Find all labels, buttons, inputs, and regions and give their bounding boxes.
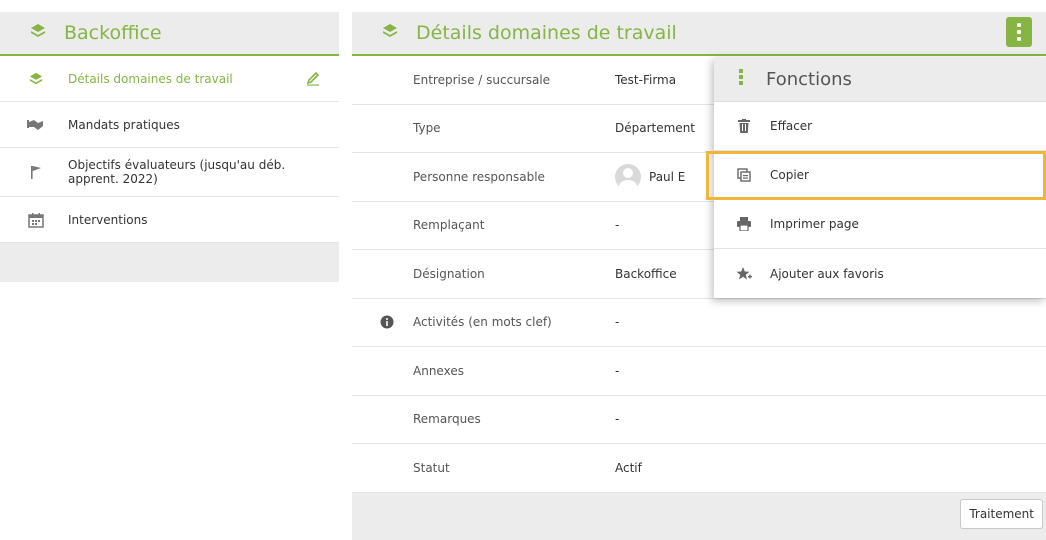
handshake-icon (24, 117, 48, 133)
row-label: Type (413, 121, 441, 136)
vertical-dots-icon (738, 68, 744, 90)
row-value: Département (615, 121, 695, 136)
menu-item-copier[interactable]: Copier (706, 151, 1046, 200)
row-label: Statut (413, 460, 450, 475)
sidebar-item-label: Détails domaines de travail (68, 71, 233, 86)
functions-menu-button[interactable] (1006, 17, 1032, 47)
details-footer: Traitement (352, 493, 1046, 539)
sidebar-item-label: Mandats pratiques (68, 117, 180, 132)
row-label: Désignation (413, 266, 485, 281)
menu-item-label: Effacer (770, 119, 813, 133)
print-icon (736, 217, 752, 231)
star-plus-icon (736, 266, 752, 282)
row-label: Personne responsable (413, 169, 545, 184)
menu-item-label: Imprimer page (770, 217, 859, 231)
menu-item-label: Ajouter aux favoris (770, 266, 884, 281)
flag-icon (24, 164, 48, 180)
row-label: Activités (en mots clef) (413, 315, 552, 330)
calendar-icon (24, 212, 48, 228)
menu-item-effacer[interactable]: Effacer (714, 102, 1046, 151)
dropdown-title: Fonctions (766, 68, 852, 90)
row-value: Test-Firma (615, 72, 677, 87)
row-value: - (615, 315, 620, 330)
menu-item-imprimer[interactable]: Imprimer page (714, 200, 1046, 249)
sidebar-item-label: Objectifs évaluateurs (jusqu'au déb. app… (68, 158, 286, 186)
responsible-person-name[interactable]: Paul E (649, 170, 685, 184)
sidebar-title: Backoffice (64, 22, 162, 44)
page-title: Détails domaines de travail (416, 22, 677, 44)
row-value: - (615, 363, 620, 378)
detail-row: Annexes - (352, 347, 1046, 396)
row-value: - (615, 412, 620, 427)
avatar (615, 163, 641, 190)
row-value: Backoffice (615, 266, 677, 281)
sidebar-item-label: Interventions (68, 212, 148, 227)
row-label: Remarques (413, 412, 481, 427)
menu-item-favoris[interactable]: Ajouter aux favoris (714, 249, 1046, 298)
dropdown-header: Fonctions (714, 57, 1046, 102)
sidebar-footer (0, 243, 339, 277)
copy-icon (736, 168, 752, 182)
sidebar-header: Backoffice (0, 12, 339, 56)
row-value: - (615, 218, 620, 233)
row-label: Entreprise / succursale (413, 72, 551, 87)
sidebar-item-mandats[interactable]: Mandats pratiques (0, 102, 339, 148)
row-value: Actif (615, 460, 642, 475)
details-header: Détails domaines de travail (352, 12, 1046, 56)
row-value[interactable]: Paul E (615, 163, 685, 190)
detail-row: Statut Actif (352, 444, 1046, 493)
trash-icon (736, 119, 752, 133)
layers-icon (24, 72, 48, 86)
row-label: Annexes (413, 363, 464, 378)
sidebar-panel: Backoffice Détails domaines de travail M… (0, 12, 339, 282)
sidebar-item-objectifs[interactable]: Objectifs évaluateurs (jusqu'au déb. app… (0, 148, 339, 197)
row-label: Remplaçant (413, 218, 485, 233)
detail-row: Activités (en mots clef) - (352, 299, 1046, 347)
pencil-icon[interactable] (305, 70, 321, 89)
layers-icon (382, 23, 398, 43)
detail-row: Remarques - (352, 396, 1046, 444)
functions-dropdown: Fonctions Effacer Copier Imprimer page A… (706, 57, 1046, 298)
info-icon[interactable] (380, 315, 394, 332)
menu-item-label: Copier (770, 168, 809, 182)
layers-icon (30, 23, 46, 43)
sidebar-item-details[interactable]: Détails domaines de travail (0, 56, 339, 102)
traitement-button[interactable]: Traitement (960, 498, 1043, 529)
sidebar-item-interventions[interactable]: Interventions (0, 197, 339, 243)
